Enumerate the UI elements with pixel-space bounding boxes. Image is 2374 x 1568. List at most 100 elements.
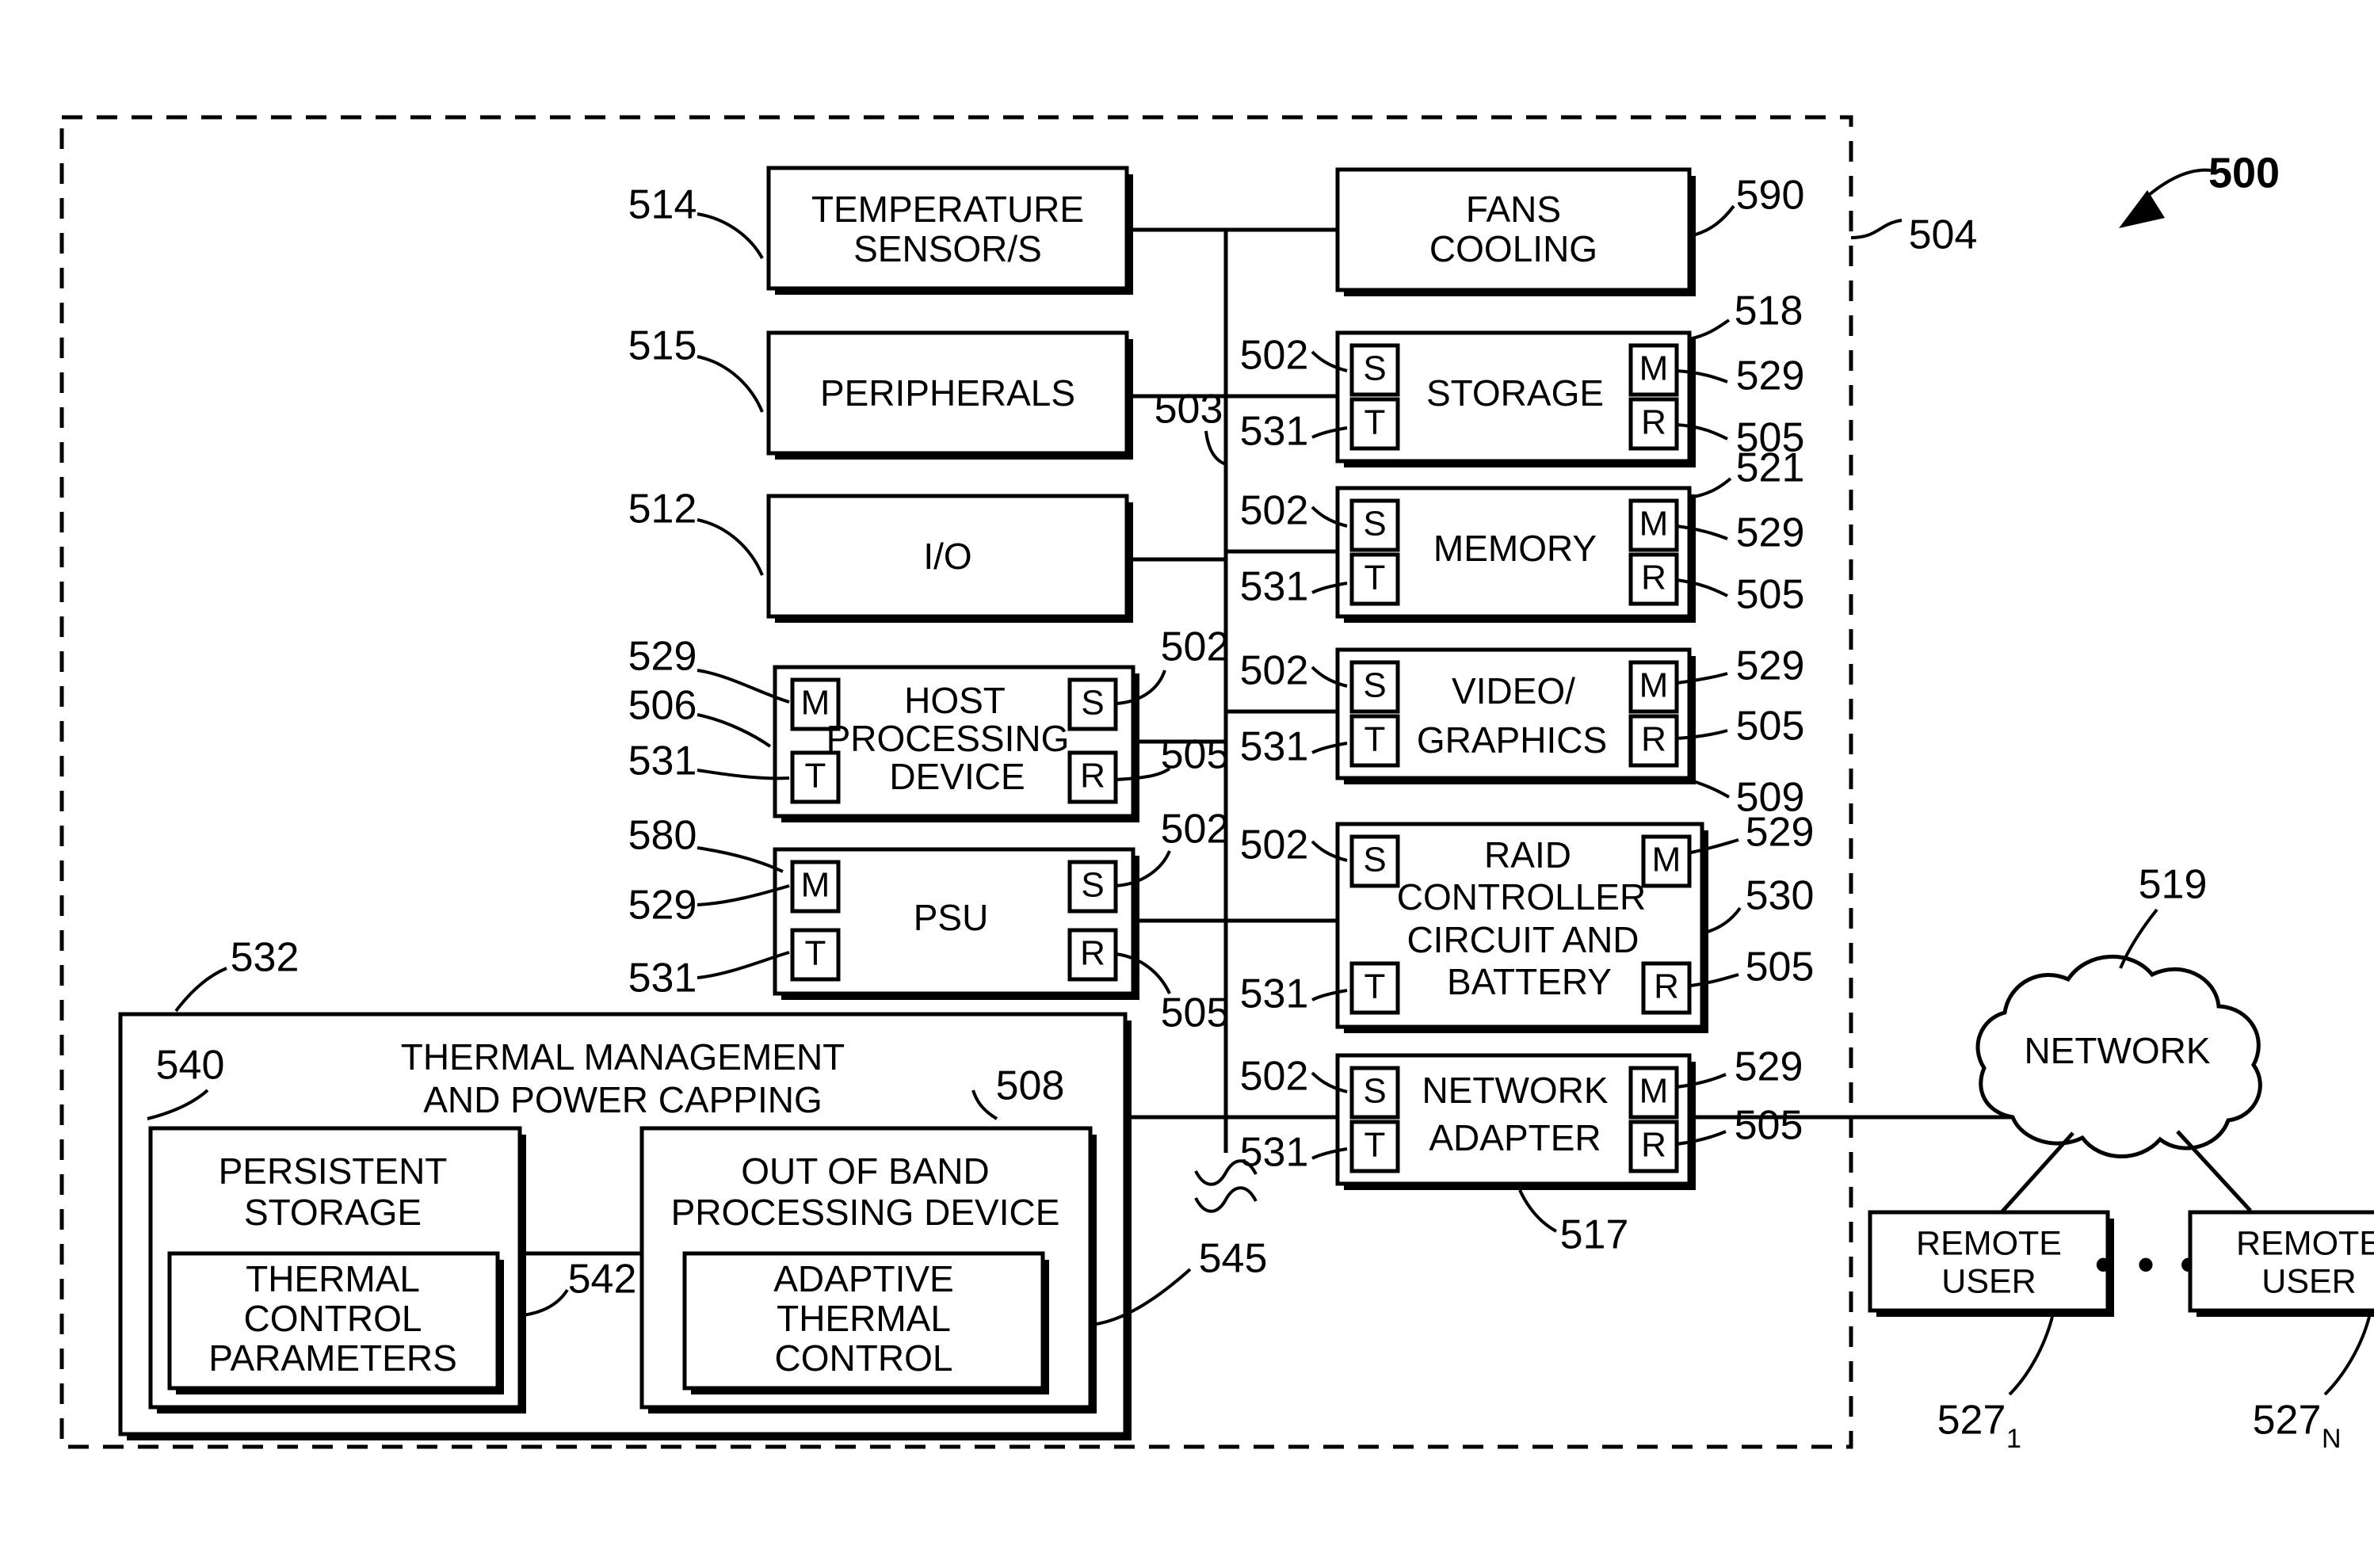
- ref-527-1-base: 527: [1937, 1398, 2006, 1444]
- bus-break-squiggle-bottom: [1194, 1186, 1258, 1213]
- ref-532: 532: [231, 935, 300, 981]
- block-label-line: USER: [2261, 1262, 2356, 1300]
- ref-529-psu: 529: [628, 883, 697, 929]
- ref-530: 530: [1746, 873, 1815, 919]
- lead-ref-509: [1682, 776, 1730, 799]
- block-label-line: FANS: [1466, 189, 1561, 230]
- badge-m-label: M: [1639, 666, 1669, 705]
- badge-r-label: R: [1654, 967, 1679, 1006]
- lead-ref-532: [174, 967, 227, 1013]
- ref-515: 515: [628, 323, 697, 369]
- ref-505-video: 505: [1736, 704, 1805, 750]
- ref-502-storage: 502: [1240, 333, 1309, 379]
- block-video-graphics: S T M R VIDEO/ GRAPHICS: [1335, 647, 1696, 784]
- ref-527-1-sub: 1: [2006, 1424, 2021, 1454]
- block-label-line: THERMAL: [246, 1258, 420, 1299]
- ref-502-psu: 502: [1161, 807, 1230, 853]
- lead-ref-518: [1689, 319, 1731, 341]
- ref-517: 517: [1560, 1212, 1629, 1258]
- badge-t-label: T: [805, 934, 826, 973]
- wire-cloud-to-remote-user-1: [2000, 1131, 2074, 1214]
- ref-502-netadapter: 502: [1240, 1054, 1309, 1100]
- ref-542: 542: [568, 1257, 637, 1303]
- block-label-line: CONTROLLER: [1397, 876, 1646, 918]
- badge-m-label: M: [1639, 505, 1669, 544]
- ref-502-video: 502: [1240, 648, 1309, 694]
- ref-521: 521: [1736, 445, 1805, 491]
- ref-531-netadapter: 531: [1240, 1130, 1309, 1176]
- block-label-line: PSU: [914, 897, 989, 938]
- badge-t-label: T: [1364, 403, 1386, 442]
- block-label-line: GRAPHICS: [1417, 719, 1607, 761]
- block-label-line: STORAGE: [1426, 372, 1604, 414]
- block-label-line: PROCESSING DEVICE: [671, 1192, 1060, 1233]
- block-label-line: COOLING: [1429, 228, 1597, 269]
- badge-t-label: T: [1364, 1126, 1386, 1165]
- ref-505-memory: 505: [1736, 572, 1805, 618]
- cloud-label: NETWORK: [2024, 1030, 2210, 1071]
- ref-bus-503: 503: [1155, 387, 1223, 433]
- ref-508: 508: [996, 1063, 1065, 1109]
- ref-580: 580: [628, 813, 697, 859]
- badge-r-label: R: [1641, 559, 1666, 597]
- ref-502-raid: 502: [1240, 822, 1309, 868]
- ref-505-host: 505: [1161, 732, 1230, 778]
- block-label-line: REMOTE: [1916, 1224, 2062, 1262]
- lead-figure-500: [2142, 168, 2212, 201]
- block-label-line: RAID: [1484, 834, 1571, 876]
- block-host-processing-device: M T S R HOST PROCESSING DEVICE: [773, 665, 1139, 822]
- lead-ref-580: [697, 846, 784, 873]
- block-label-line: OUT OF BAND: [741, 1150, 990, 1192]
- block-thermal-control-parameters: THERMAL CONTROL PARAMETERS: [167, 1251, 504, 1394]
- ref-529-netadapter: 529: [1735, 1044, 1803, 1090]
- lead-ref-590: [1689, 204, 1735, 238]
- panel-title-line2: AND POWER CAPPING: [423, 1079, 823, 1120]
- ref-540: 540: [156, 1043, 225, 1089]
- badge-m-label: M: [1639, 1072, 1669, 1111]
- patent-figure-page: 504 500 503 TEMPERATURE SENSOR/S 514 PER…: [0, 0, 2374, 1568]
- ref-figure-500: 500: [2208, 149, 2280, 196]
- block-memory: S T M R MEMORY: [1335, 486, 1696, 623]
- ref-527-n-base: 527: [2253, 1398, 2322, 1444]
- badge-t-label: T: [1364, 967, 1386, 1006]
- wire-cloud-to-remote-user-n: [2176, 1130, 2252, 1212]
- block-label-line: HOST: [904, 680, 1006, 721]
- block-label-line: PERIPHERALS: [820, 372, 1075, 414]
- lead-ref-514: [697, 212, 764, 259]
- lead-bus-503: [1204, 430, 1227, 466]
- lead-ref-517: [1518, 1189, 1557, 1233]
- ref-531-host: 531: [628, 738, 697, 784]
- ref-529-raid: 529: [1746, 810, 1815, 856]
- block-io: I/O: [766, 494, 1133, 623]
- badge-m-label: M: [1652, 841, 1681, 879]
- ref-519: 519: [2139, 862, 2208, 908]
- block-label-line: PARAMETERS: [208, 1337, 457, 1379]
- ellipsis-remote-users: • • •: [2095, 1238, 2203, 1291]
- badge-s-label: S: [1081, 866, 1104, 905]
- badge-r-label: R: [1080, 934, 1105, 973]
- lead-ref-527-n: [2323, 1316, 2371, 1396]
- block-temperature-sensors: TEMPERATURE SENSOR/S: [766, 166, 1133, 295]
- block-label-line: DEVICE: [889, 756, 1025, 797]
- badge-r-label: R: [1641, 720, 1666, 759]
- block-label-line: NETWORK: [1422, 1070, 1608, 1111]
- panel-title-line1: THERMAL MANAGEMENT: [401, 1036, 845, 1078]
- badge-s-label: S: [1363, 505, 1386, 544]
- badge-r-label: R: [1641, 403, 1666, 442]
- ref-590: 590: [1736, 173, 1805, 219]
- ref-529-memory: 529: [1736, 510, 1805, 556]
- ref-502-host: 502: [1161, 624, 1230, 670]
- ref-531-storage: 531: [1240, 409, 1309, 455]
- block-label-line: REMOTE: [2236, 1224, 2374, 1262]
- block-label-line: USER: [1941, 1262, 2036, 1300]
- block-network-adapter: S T M R NETWORK ADAPTER: [1335, 1053, 1696, 1190]
- ref-518: 518: [1735, 288, 1803, 334]
- ref-529-video: 529: [1736, 643, 1805, 689]
- badge-m-label: M: [1639, 349, 1669, 388]
- block-fans-cooling: FANS COOLING: [1335, 167, 1696, 296]
- block-label-line: CONTROL: [775, 1337, 953, 1379]
- block-label-line: I/O: [923, 536, 971, 577]
- lead-ref-506: [697, 713, 772, 748]
- badge-m-label: M: [801, 684, 830, 723]
- block-label-line: VIDEO/: [1452, 670, 1575, 712]
